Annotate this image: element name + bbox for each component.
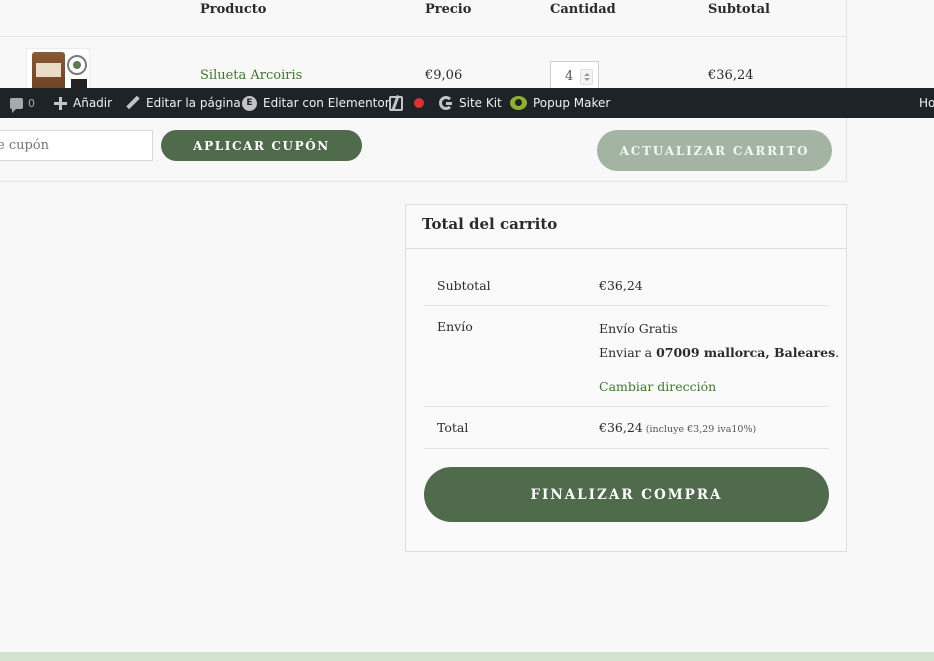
- admin-bar-site-kit[interactable]: Site Kit: [439, 88, 502, 118]
- product-subtotal: €36,24: [708, 68, 754, 83]
- edit-page-label: Editar la página: [146, 96, 241, 110]
- checkout-button[interactable]: FINALIZAR COMPRA: [424, 467, 829, 522]
- shipping-suffix: .: [835, 345, 840, 360]
- header-quantity: Cantidad: [550, 2, 616, 17]
- admin-bar-add-new[interactable]: Añadir: [54, 88, 112, 118]
- apply-coupon-button[interactable]: APLICAR CUPÓN: [161, 130, 362, 161]
- subtotal-label: Subtotal: [437, 278, 491, 293]
- quantity-value[interactable]: 4: [565, 69, 573, 84]
- elementor-icon: E: [242, 95, 257, 111]
- yoast-icon: [389, 95, 403, 111]
- total-tax-note: (incluye €3,29 iva10%): [645, 424, 757, 435]
- plus-icon: [54, 96, 67, 110]
- change-address-link[interactable]: Cambiar dirección: [599, 379, 716, 394]
- shipping-prefix: Enviar a: [599, 345, 657, 360]
- admin-bar-account[interactable]: Ho: [919, 88, 934, 118]
- admin-bar-seo-status[interactable]: [414, 88, 424, 118]
- shipping-method: Envío Gratis: [599, 321, 678, 336]
- total-value-line: €36,24 (incluye €3,29 iva10%): [599, 420, 756, 435]
- admin-bar-comments[interactable]: 0: [10, 88, 35, 118]
- howdy-label: Ho: [919, 96, 934, 110]
- cart-totals: Total del carrito Subtotal €36,24 Envío …: [405, 204, 847, 552]
- totals-row-total: Total €36,24 (incluye €3,29 iva10%): [424, 407, 829, 449]
- subtotal-value: €36,24: [599, 278, 643, 293]
- popup-maker-icon: [510, 96, 527, 110]
- seo-status-icon: [414, 98, 424, 108]
- product-price: €9,06: [425, 68, 463, 83]
- popup-maker-label: Popup Maker: [533, 96, 611, 110]
- header-subtotal: Subtotal: [708, 2, 770, 17]
- cart-table-header: Producto Precio Cantidad Subtotal: [0, 0, 846, 37]
- coupon-code-input[interactable]: [0, 130, 153, 161]
- shipping-destination-line: Enviar a 07009 mallorca, Baleares.: [599, 345, 839, 360]
- spinner-arrows-icon[interactable]: [580, 69, 593, 85]
- update-cart-button[interactable]: ACTUALIZAR CARRITO: [597, 130, 832, 171]
- footer-strip: [0, 652, 934, 661]
- cart-totals-title: Total del carrito: [406, 205, 846, 249]
- google-icon: [439, 96, 453, 110]
- comments-count: 0: [28, 96, 35, 110]
- header-product: Producto: [200, 2, 267, 17]
- product-name-link[interactable]: Silueta Arcoiris: [200, 68, 302, 83]
- quantity-stepper[interactable]: 4: [550, 61, 599, 91]
- admin-bar-edit-page[interactable]: Editar la página: [126, 88, 241, 118]
- admin-bar-popup-maker[interactable]: Popup Maker: [510, 88, 610, 118]
- comment-icon: [10, 97, 23, 113]
- shipping-label: Envío: [437, 319, 473, 334]
- total-value: €36,24: [599, 420, 643, 435]
- admin-bar-yoast[interactable]: [389, 88, 403, 118]
- add-new-label: Añadir: [73, 96, 113, 110]
- site-kit-label: Site Kit: [459, 96, 502, 110]
- totals-row-shipping: Envío Envío Gratis Enviar a 07009 mallor…: [424, 306, 839, 407]
- admin-bar-elementor[interactable]: E Editar con Elementor: [242, 88, 390, 118]
- admin-bar: 0 Añadir Editar la página E Editar con E…: [0, 88, 934, 118]
- pencil-icon: [126, 96, 140, 110]
- total-label: Total: [437, 420, 469, 435]
- header-price: Precio: [425, 2, 472, 17]
- totals-row-subtotal: Subtotal €36,24: [424, 265, 829, 306]
- elementor-label: Editar con Elementor: [263, 96, 390, 110]
- shipping-destination: 07009 mallorca, Baleares: [656, 345, 836, 360]
